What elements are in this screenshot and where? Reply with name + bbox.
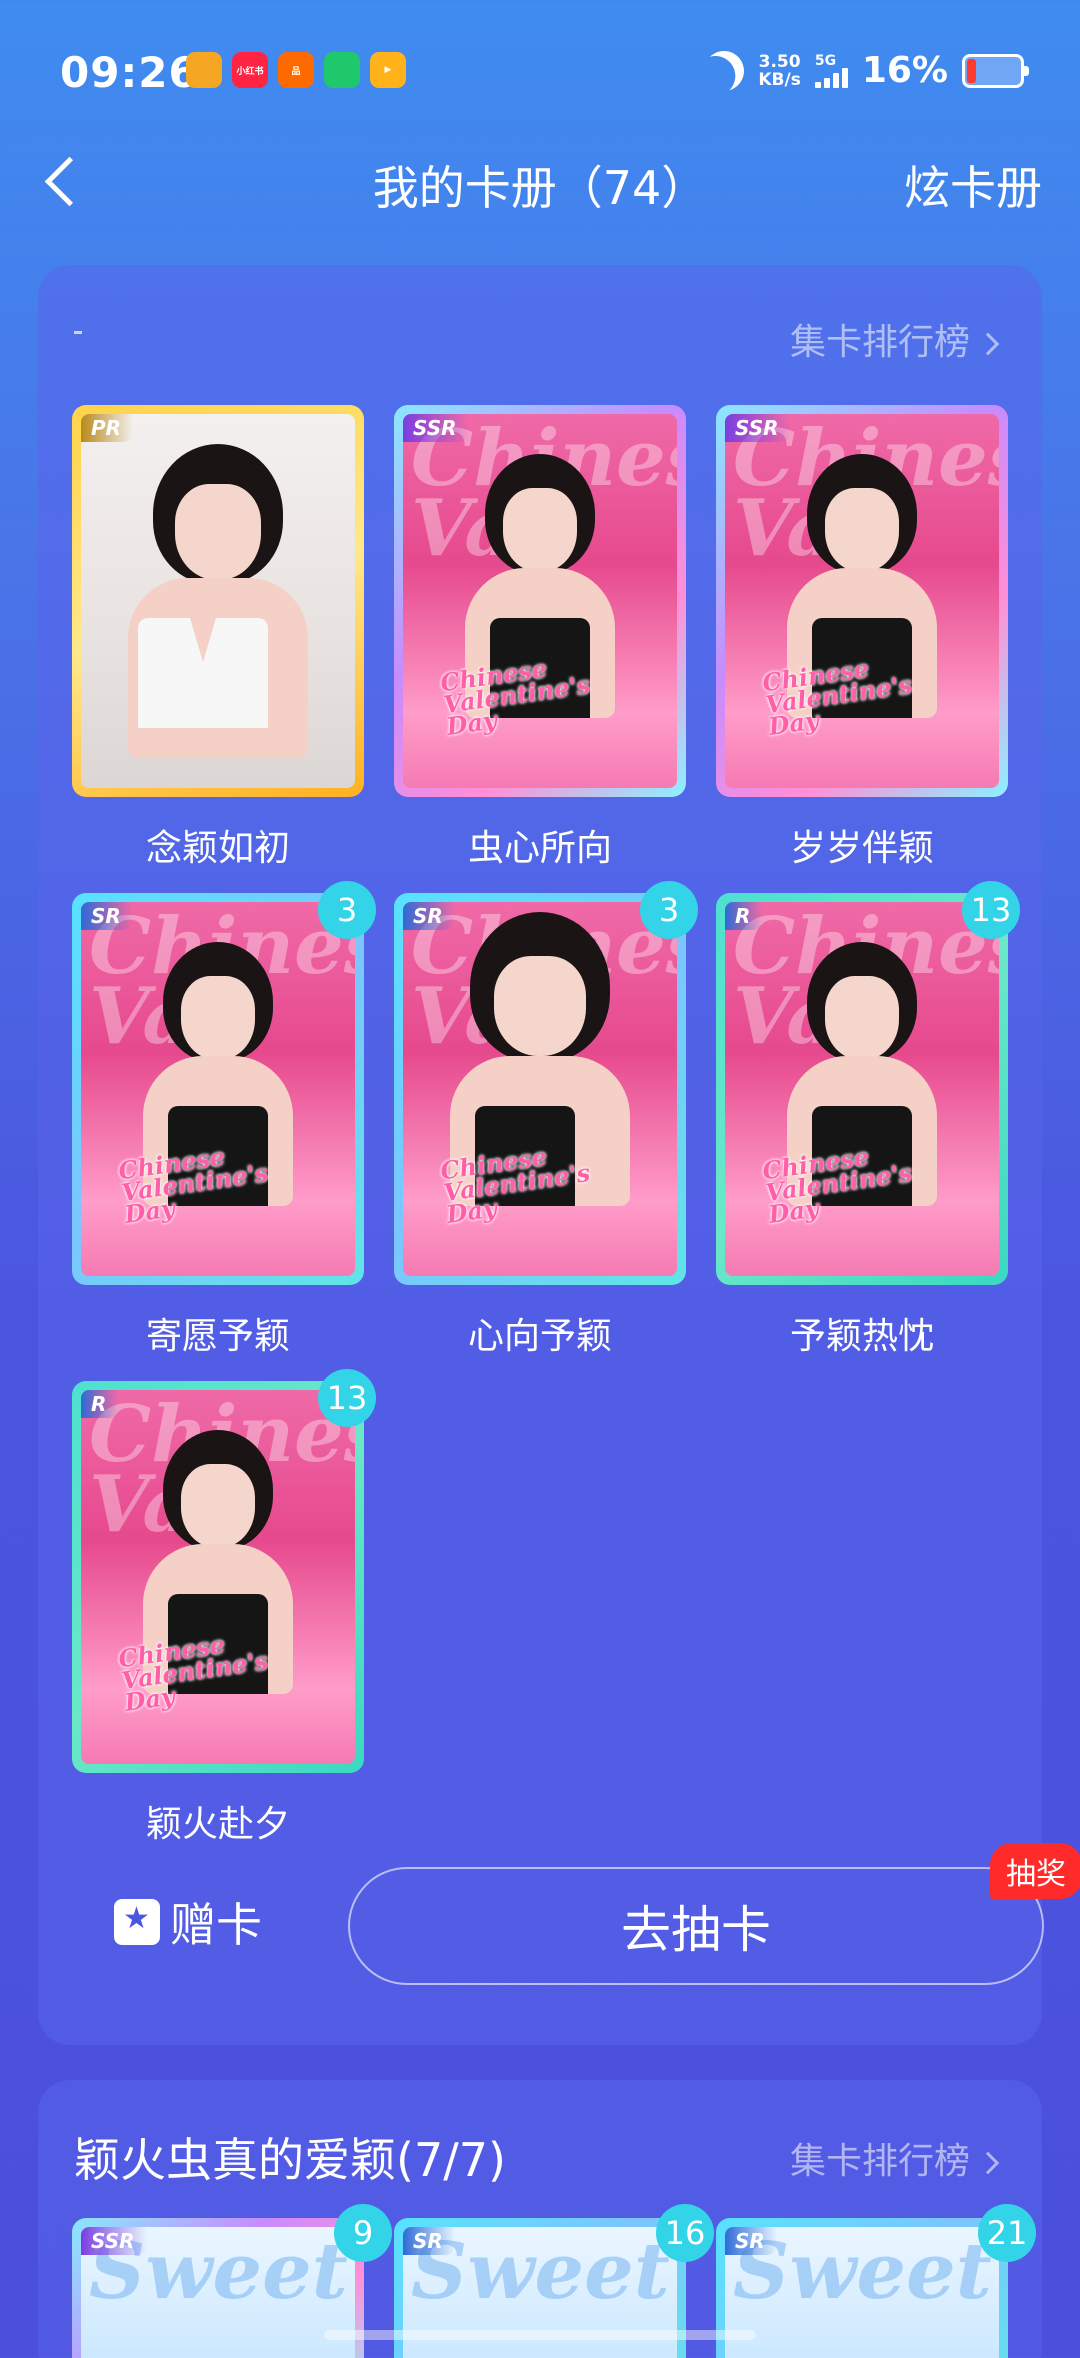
- rarity-badge: SR: [403, 902, 455, 930]
- net-speed-value: 3.50: [758, 51, 801, 72]
- album-title: 颖火虫真的爱颖(7/7): [74, 2133, 506, 2187]
- card-image: ChineseVa ChineseValentine'sDay: [725, 414, 999, 788]
- chat-app-icon: [324, 52, 360, 88]
- album-panel: 集卡排行榜 PR 念颖如初 ChineseVa ChineseValentine…: [38, 265, 1080, 2045]
- card-item[interactable]: ChineseVa ChineseValentine'sDay R 13 颖火赴…: [72, 1369, 376, 1847]
- lottery-badge: 抽奖: [990, 1843, 1080, 1899]
- card-count-badge: 3: [640, 881, 698, 939]
- video-app-icon: ▶: [370, 52, 406, 88]
- card-count-badge: 16: [656, 2204, 714, 2262]
- card-count-badge: 13: [318, 1369, 376, 1427]
- status-indicators: 3.50 KB/s 5G 16%: [704, 50, 1029, 91]
- card-frame: ChineseVa ChineseValentine'sDay SR 3: [394, 881, 698, 1285]
- card-image: ChineseVa ChineseValentine'sDay: [725, 902, 999, 1276]
- card-item[interactable]: ChineseVa ChineseValentine'sDay SR 3 寄愿予…: [72, 881, 376, 1359]
- signal-icon: 5G: [814, 52, 848, 88]
- ranking-link-label: 集卡排行榜: [789, 2141, 970, 2182]
- home-indicator[interactable]: [324, 2330, 756, 2340]
- card-item[interactable]: Sweet SR: [716, 2218, 1008, 2358]
- status-time: 09:26: [60, 48, 199, 97]
- rarity-badge: SSR: [81, 2227, 147, 2255]
- battery-percent: 16%: [861, 50, 948, 91]
- card-frame: ChineseVa ChineseValentine'sDay SSR: [716, 405, 1008, 797]
- card-item[interactable]: ChineseVa ChineseValentine'sDay SSR 虫心所向: [394, 405, 686, 871]
- status-app-icons: 小红书 品 ▶: [186, 52, 406, 88]
- weibo-icon: [186, 52, 222, 88]
- draw-card-button[interactable]: 去抽卡 抽奖: [348, 1843, 1080, 1985]
- rarity-badge: PR: [81, 414, 134, 442]
- album-actions: 赠卡 去抽卡 抽奖: [74, 1843, 1080, 1985]
- card-name: 予颖热忱: [789, 1316, 934, 1357]
- card-frame: ChineseVa ChineseValentine'sDay SSR: [394, 405, 686, 797]
- card-name: 虫心所向: [467, 828, 612, 869]
- card-name: 岁岁伴颖: [789, 828, 934, 869]
- card-image: ChineseVa ChineseValentine'sDay: [403, 414, 677, 788]
- card-name: 寄愿予颖: [145, 1316, 290, 1357]
- collection-ranking-link[interactable]: 集卡排行榜: [789, 2132, 1000, 2184]
- card-image: [81, 414, 355, 788]
- network-type: 5G: [814, 52, 837, 69]
- card-image: ChineseVa ChineseValentine'sDay: [81, 1390, 355, 1764]
- collection-ranking-link[interactable]: 集卡排行榜: [789, 313, 1000, 365]
- rarity-badge: SR: [403, 2227, 455, 2255]
- net-speed: 3.50 KB/s: [758, 53, 800, 89]
- taobao-icon: 品: [278, 52, 314, 88]
- album-title-placeholder: [74, 331, 82, 334]
- card-item[interactable]: ChineseVa ChineseValentine'sDay SSR 岁岁伴颖: [716, 405, 1008, 871]
- xiaohongshu-icon: 小红书: [232, 52, 268, 88]
- card-item[interactable]: PR 念颖如初: [72, 405, 364, 871]
- rarity-badge: R: [725, 902, 763, 930]
- card-count-badge: 3: [318, 881, 376, 939]
- card-name: 心向予颖: [467, 1316, 612, 1357]
- rarity-badge: SSR: [403, 414, 469, 442]
- rarity-badge: SSR: [725, 414, 791, 442]
- card-frame: ChineseVa ChineseValentine'sDay R 13: [716, 881, 1020, 1285]
- card-count-badge: 21: [978, 2204, 1036, 2262]
- rarity-badge: SR: [81, 902, 133, 930]
- card-frame: ChineseVa ChineseValentine'sDay R 13: [72, 1369, 376, 1773]
- card-item[interactable]: ChineseVa ChineseValentine'sDay R 13 予颖热…: [716, 881, 1020, 1359]
- card-image: ChineseVa ChineseValentine'sDay: [81, 902, 355, 1276]
- card-image: ChineseVa ChineseValentine'sDay: [403, 902, 677, 1276]
- gift-card-icon: [114, 1899, 160, 1945]
- card-frame: PR: [72, 405, 364, 797]
- gift-card-label: 赠卡: [170, 1898, 262, 1952]
- rarity-badge: R: [81, 1390, 119, 1418]
- album-panel: 颖火虫真的爱颖(7/7) 集卡排行榜 Sweet SSR 9 Sweet SR …: [38, 2080, 1042, 2358]
- chevron-right-icon: [976, 2151, 1000, 2175]
- card-count-badge: 9: [334, 2204, 392, 2262]
- rarity-badge: SR: [725, 2227, 777, 2255]
- ranking-link-label: 集卡排行榜: [789, 322, 970, 363]
- status-bar: 09:26 小红书 品 ▶ 3.50 KB/s 5G 16%: [0, 0, 1080, 150]
- draw-card-label: 去抽卡: [621, 1901, 771, 1959]
- card-item[interactable]: Sweet SSR: [72, 2218, 364, 2358]
- battery-icon: [962, 53, 1029, 88]
- card-name: 颖火赴夕: [145, 1804, 290, 1845]
- gift-card-button[interactable]: 赠卡: [114, 1889, 262, 1955]
- do-not-disturb-icon: [697, 43, 752, 98]
- net-speed-unit: KB/s: [758, 69, 801, 90]
- card-count-badge: 13: [962, 881, 1020, 939]
- card-name: 念颖如初: [145, 828, 290, 869]
- card-frame: ChineseVa ChineseValentine'sDay SR 3: [72, 881, 376, 1285]
- card-item[interactable]: ChineseVa ChineseValentine'sDay SR 3 心向予…: [394, 881, 698, 1359]
- show-album-button[interactable]: 炫卡册: [904, 152, 1042, 218]
- top-bar: 我的卡册（74） 炫卡册: [0, 140, 1080, 220]
- chevron-right-icon: [976, 332, 1000, 356]
